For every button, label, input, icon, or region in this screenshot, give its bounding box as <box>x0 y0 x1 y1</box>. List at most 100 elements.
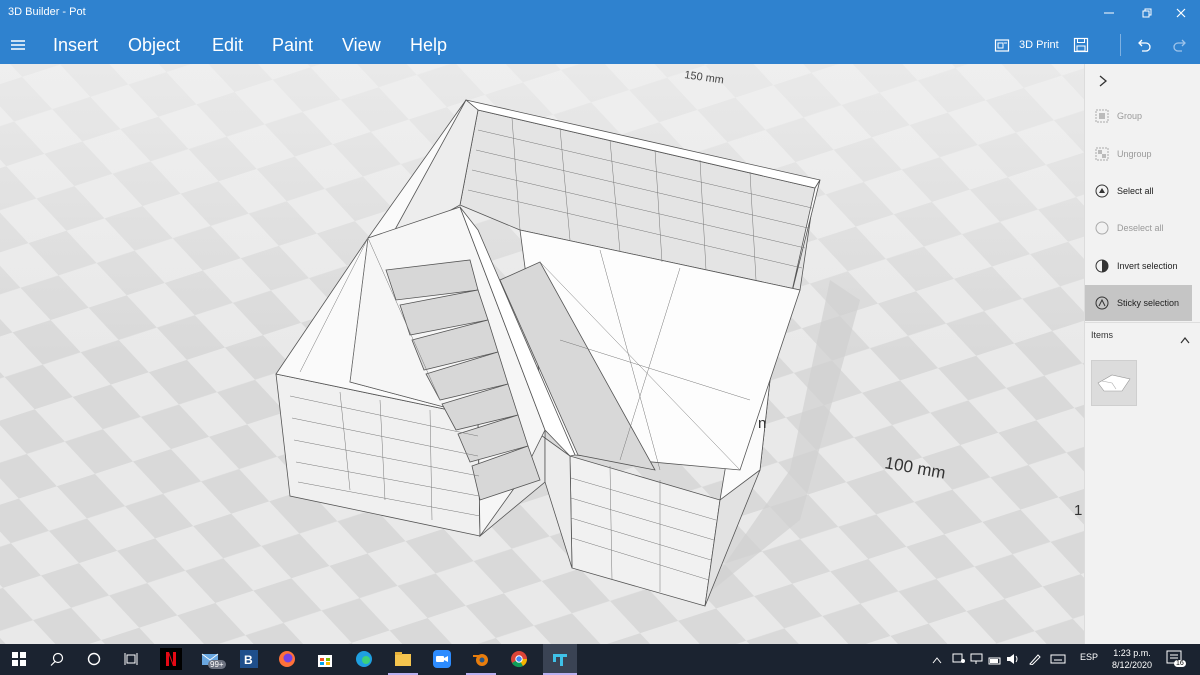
search-button[interactable] <box>46 648 68 670</box>
svg-text:B: B <box>244 653 253 667</box>
cortana-icon <box>87 652 101 666</box>
store-app[interactable] <box>314 648 336 670</box>
3d-builder-icon <box>553 654 567 666</box>
clock[interactable]: 1:23 p.m. 8/12/2020 <box>1106 647 1158 671</box>
zoom-app[interactable] <box>431 648 453 670</box>
netflix-icon <box>166 652 176 666</box>
ungroup-label: Ungroup <box>1117 149 1152 159</box>
window-title: 3D Builder - Pot <box>8 6 86 18</box>
chevron-up-icon <box>1180 337 1190 344</box>
3d-print-label: 3D Print <box>1019 39 1059 51</box>
edge-app[interactable] <box>353 648 375 670</box>
items-collapse-button[interactable] <box>1179 332 1191 350</box>
restore-button[interactable] <box>1128 0 1166 26</box>
folder-icon <box>395 652 411 666</box>
blender-icon <box>473 654 488 666</box>
b-app[interactable]: B <box>238 648 260 670</box>
show-hidden-icons-button[interactable] <box>932 653 942 671</box>
menu-edit[interactable]: Edit <box>212 35 243 56</box>
save-icon <box>1073 37 1089 53</box>
pot-thumbnail-icon <box>1097 374 1131 392</box>
invert-selection-icon <box>1095 259 1109 273</box>
scene-canvas[interactable]: 150 mm 100 mm n 1 <box>0 64 1084 644</box>
tray-pen-icon[interactable] <box>1028 652 1042 670</box>
firefox-icon <box>279 651 295 667</box>
minimize-icon <box>1104 12 1114 14</box>
collapse-panel-button[interactable] <box>1097 74 1109 93</box>
invert-selection-button[interactable]: Invert selection <box>1085 248 1192 284</box>
windows-logo-icon <box>12 652 26 666</box>
cortana-button[interactable] <box>83 648 105 670</box>
menu-help[interactable]: Help <box>410 35 447 56</box>
task-view-button[interactable] <box>120 648 142 670</box>
select-all-button[interactable]: Select all <box>1085 173 1192 209</box>
dimension-partial: n <box>758 415 766 432</box>
menu-view[interactable]: View <box>342 35 381 56</box>
tray-battery-icon[interactable] <box>988 653 1002 671</box>
taskbar: 99+ B ESP 1:23 p.m. 8/12/2020 16 <box>0 644 1200 675</box>
task-view-icon <box>124 653 138 665</box>
chrome-icon <box>511 651 528 668</box>
chrome-app[interactable] <box>508 648 530 670</box>
3d-print-button[interactable]: 3D Print <box>994 33 1059 57</box>
mail-badge: 99+ <box>208 660 226 669</box>
undo-button[interactable] <box>1136 33 1152 57</box>
deselect-all-icon <box>1095 221 1109 235</box>
3d-print-icon <box>994 39 1010 52</box>
item-thumbnail-pot[interactable] <box>1091 360 1137 406</box>
deselect-all-button[interactable]: Deselect all <box>1085 210 1192 246</box>
tray-volume-icon[interactable] <box>1006 652 1020 670</box>
menu-object[interactable]: Object <box>128 35 180 56</box>
chevron-up-icon <box>932 657 942 664</box>
restore-icon <box>1142 8 1152 18</box>
b-app-icon: B <box>240 650 258 668</box>
3d-builder-app-active[interactable] <box>543 644 577 675</box>
toolbar-separator <box>1120 34 1121 56</box>
redo-button[interactable] <box>1172 33 1188 57</box>
language-indicator[interactable]: ESP <box>1080 652 1098 662</box>
menu-paint[interactable]: Paint <box>272 35 313 56</box>
start-button[interactable] <box>8 648 30 670</box>
sticky-selection-label: Sticky selection <box>1117 298 1180 308</box>
tray-keyboard-icon[interactable] <box>1050 652 1066 670</box>
search-icon <box>50 652 64 666</box>
tray-network-icon[interactable] <box>970 652 984 670</box>
notification-badge: 16 <box>1174 660 1186 667</box>
menu-bar: Insert Object Edit Paint View Help 3D Pr… <box>0 26 1200 64</box>
3d-viewport[interactable]: 150 mm 100 mm n 1 <box>0 64 1084 644</box>
firefox-app[interactable] <box>276 648 298 670</box>
blender-app[interactable] <box>470 648 492 670</box>
clock-time: 1:23 p.m. <box>1113 648 1151 658</box>
invert-selection-label: Invert selection <box>1117 261 1178 271</box>
undo-icon <box>1138 39 1151 52</box>
sticky-selection-button[interactable]: Sticky selection <box>1085 285 1192 321</box>
chevron-right-icon <box>1099 75 1108 87</box>
tray-security-icon[interactable] <box>952 652 966 670</box>
redo-icon <box>1173 39 1186 52</box>
group-button[interactable]: Group <box>1085 98 1192 134</box>
title-bar: 3D Builder - Pot <box>0 0 1200 26</box>
select-all-icon <box>1095 184 1109 198</box>
clock-date: 8/12/2020 <box>1111 660 1153 670</box>
menu-insert[interactable]: Insert <box>53 35 98 56</box>
mail-app[interactable]: 99+ <box>200 648 226 670</box>
zoom-icon <box>433 650 451 668</box>
ungroup-icon <box>1095 147 1109 161</box>
close-icon <box>1176 8 1186 18</box>
hamburger-menu-icon[interactable] <box>8 36 28 54</box>
netflix-app[interactable] <box>160 648 182 670</box>
save-button[interactable] <box>1073 33 1089 57</box>
group-label: Group <box>1117 111 1143 121</box>
panel-divider <box>1085 322 1200 323</box>
ungroup-button[interactable]: Ungroup <box>1085 136 1192 172</box>
store-icon <box>318 655 332 667</box>
action-center-button[interactable]: 16 <box>1166 649 1186 674</box>
file-explorer-app[interactable] <box>392 648 414 670</box>
items-header: Items <box>1091 330 1114 340</box>
minimize-button[interactable] <box>1090 0 1128 26</box>
edge-icon <box>356 651 372 667</box>
close-button[interactable] <box>1162 0 1200 26</box>
group-icon <box>1095 109 1109 123</box>
dimension-edge: 1 <box>1074 502 1082 519</box>
deselect-all-label: Deselect all <box>1117 223 1164 233</box>
